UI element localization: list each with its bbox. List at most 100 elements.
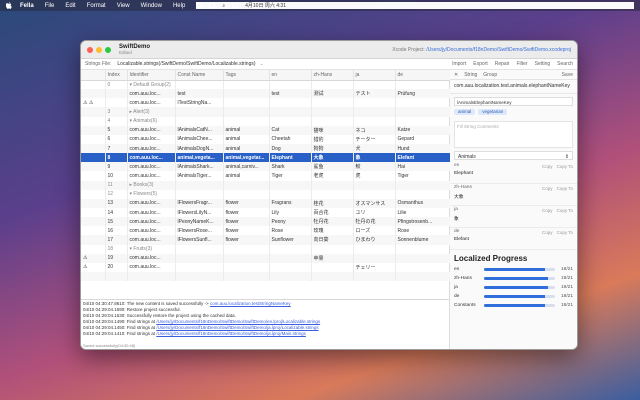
table-cell[interactable]: 18 bbox=[105, 244, 128, 254]
table-cell[interactable] bbox=[395, 98, 451, 108]
setting-button[interactable]: Setting bbox=[535, 61, 551, 67]
table-cell[interactable]: flower bbox=[223, 217, 270, 227]
table-cell[interactable] bbox=[105, 271, 128, 282]
table-cell[interactable] bbox=[175, 189, 224, 199]
table-cell[interactable] bbox=[175, 180, 224, 190]
table-cell[interactable] bbox=[395, 107, 451, 117]
table-cell[interactable]: lFlowersSunfl... bbox=[175, 235, 224, 245]
table-cell[interactable]: flower bbox=[223, 226, 270, 236]
tag-chip[interactable]: animal bbox=[454, 109, 476, 115]
table-cell[interactable] bbox=[223, 98, 270, 108]
table-cell[interactable] bbox=[269, 189, 312, 199]
repair-button[interactable]: Repair bbox=[495, 61, 510, 67]
table-cell[interactable]: 9 bbox=[105, 162, 128, 172]
table-cell[interactable]: 鲨鱼 bbox=[311, 162, 354, 172]
table-cell[interactable]: 猫咪 bbox=[311, 125, 354, 135]
table-cell[interactable] bbox=[311, 244, 354, 254]
key-field[interactable]: com.auu.localization.test.animals.elepha… bbox=[450, 80, 577, 94]
table-cell[interactable]: lAnimalsCatN... bbox=[175, 125, 224, 135]
strings-file-select[interactable]: Localizable.strings(/SwiftDemo/SwiftDemo… bbox=[117, 61, 255, 67]
tab-string[interactable]: String bbox=[464, 72, 477, 78]
table-cell[interactable]: テスト bbox=[353, 89, 396, 99]
table-cell[interactable] bbox=[353, 98, 396, 108]
table-cell[interactable]: com.auu.loc... bbox=[127, 226, 176, 236]
table-row[interactable]: 0 ▾ Default Group(2) bbox=[81, 80, 451, 90]
table-cell[interactable] bbox=[353, 107, 396, 117]
table-cell[interactable]: Rose bbox=[269, 226, 312, 236]
table-row[interactable]: 11 ▸ Books(3) bbox=[81, 180, 451, 190]
table-cell[interactable]: 牡丹の花 bbox=[353, 217, 396, 227]
table-cell[interactable] bbox=[105, 98, 128, 108]
table-cell[interactable] bbox=[223, 89, 270, 99]
log-link[interactable]: /Users/jy/Documents/f18nDemo/SwiftDemo/S… bbox=[156, 319, 320, 324]
table-cell[interactable]: ▸ Books(3) bbox=[127, 180, 176, 190]
xcode-path-link[interactable]: /Users/jy/Documents/f18nDemo/SwiftDemo/S… bbox=[426, 47, 571, 53]
save-button[interactable]: Save bbox=[562, 72, 573, 78]
table-cell[interactable]: ▾ Default Group(2) bbox=[127, 80, 176, 90]
table-cell[interactable]: animal,vegetar... bbox=[223, 153, 270, 163]
table-cell[interactable] bbox=[269, 244, 312, 254]
tab-group[interactable]: Group bbox=[483, 72, 497, 78]
table-cell[interactable] bbox=[175, 244, 224, 254]
table-row[interactable]: 3 ▸ Alert(3) bbox=[81, 107, 451, 117]
table-cell[interactable]: 6 bbox=[105, 134, 128, 144]
table-cell[interactable]: 象 bbox=[353, 153, 396, 163]
table-cell[interactable]: Cheetah bbox=[269, 134, 312, 144]
menu-edit[interactable]: Edit bbox=[65, 3, 75, 9]
table-cell[interactable]: Rose bbox=[395, 226, 451, 236]
table-cell[interactable]: 14 bbox=[105, 207, 128, 218]
table-cell[interactable]: 苹果 bbox=[311, 253, 354, 263]
table-cell[interactable]: Peony bbox=[269, 217, 312, 227]
copy-button[interactable]: Copy bbox=[542, 230, 553, 235]
menu-file[interactable]: File bbox=[45, 3, 55, 9]
table-cell[interactable] bbox=[269, 262, 312, 272]
table-cell[interactable] bbox=[395, 189, 451, 199]
table-cell[interactable]: Tiger bbox=[395, 171, 451, 181]
copy-button[interactable]: Copy bbox=[542, 164, 553, 169]
table-row[interactable]: ⚠ 20 com.auu.loc... チェリー bbox=[81, 262, 451, 272]
table-cell[interactable] bbox=[175, 80, 224, 90]
table-cell[interactable] bbox=[395, 180, 451, 190]
table-cell[interactable]: 猎豹 bbox=[311, 134, 354, 144]
table-cell[interactable] bbox=[311, 262, 354, 272]
table-cell[interactable] bbox=[311, 180, 354, 190]
table-cell[interactable] bbox=[269, 271, 312, 282]
lang-value-field[interactable]: Elefant bbox=[454, 237, 573, 242]
table-cell[interactable] bbox=[395, 253, 451, 263]
table-cell[interactable]: animal bbox=[223, 171, 270, 181]
table-cell[interactable] bbox=[353, 253, 396, 263]
table-cell[interactable] bbox=[269, 180, 312, 190]
table-cell[interactable]: チーター bbox=[353, 134, 396, 144]
table-cell[interactable]: com.auu.loc... bbox=[127, 98, 176, 108]
lang-value-field[interactable]: 大象 bbox=[454, 193, 573, 200]
table-cell[interactable]: com.auu.loc... bbox=[127, 162, 176, 172]
const-name-field[interactable]: lAnimalsElephantNameKey bbox=[454, 97, 573, 106]
table-row[interactable]: 10 com.auu.loc... lAnimalsTiger... animal Ti… bbox=[81, 171, 451, 181]
table-row[interactable]: 15 com.auu.loc... lPeonyNameK... flower Peon… bbox=[81, 217, 451, 227]
table-cell[interactable]: ▾ Fruits(3) bbox=[127, 244, 176, 254]
table-row[interactable]: 18 ▾ Fruits(3) bbox=[81, 244, 451, 254]
log-link[interactable]: /Users/jy/Documents/f18nDemo/SwiftDemo/S… bbox=[156, 331, 306, 336]
table-cell[interactable]: Osmanthus bbox=[395, 198, 451, 208]
table-cell[interactable] bbox=[223, 244, 270, 254]
table-cell[interactable]: 虎 bbox=[353, 171, 396, 181]
minimize-button[interactable] bbox=[96, 46, 102, 53]
table-cell[interactable] bbox=[223, 107, 270, 117]
table-cell[interactable] bbox=[353, 116, 396, 126]
table-cell[interactable] bbox=[223, 80, 270, 90]
battery-icon[interactable] bbox=[209, 3, 216, 8]
wechat-icon[interactable] bbox=[196, 3, 203, 8]
col-tags[interactable]: Tags bbox=[223, 70, 270, 81]
table-cell[interactable]: Elefant bbox=[395, 153, 451, 163]
table-cell[interactable]: ネコ bbox=[353, 125, 396, 135]
table-cell[interactable] bbox=[353, 180, 396, 190]
table-row[interactable]: 14 com.auu.loc... lFlowersLilyN... flower Li… bbox=[81, 207, 451, 218]
table-cell[interactable]: チェリー bbox=[353, 262, 396, 272]
table-cell[interactable]: 犬 bbox=[353, 143, 396, 154]
table-cell[interactable]: Elephant bbox=[269, 153, 312, 163]
table-cell[interactable]: ユリ bbox=[353, 207, 396, 218]
table-cell[interactable] bbox=[311, 189, 354, 199]
table-cell[interactable]: 鮫 bbox=[353, 162, 396, 172]
table-cell[interactable]: ひまわり bbox=[353, 235, 396, 245]
log-link[interactable]: /Users/jy/Documents/f18nDemo/SwiftDemo/S… bbox=[156, 325, 318, 330]
